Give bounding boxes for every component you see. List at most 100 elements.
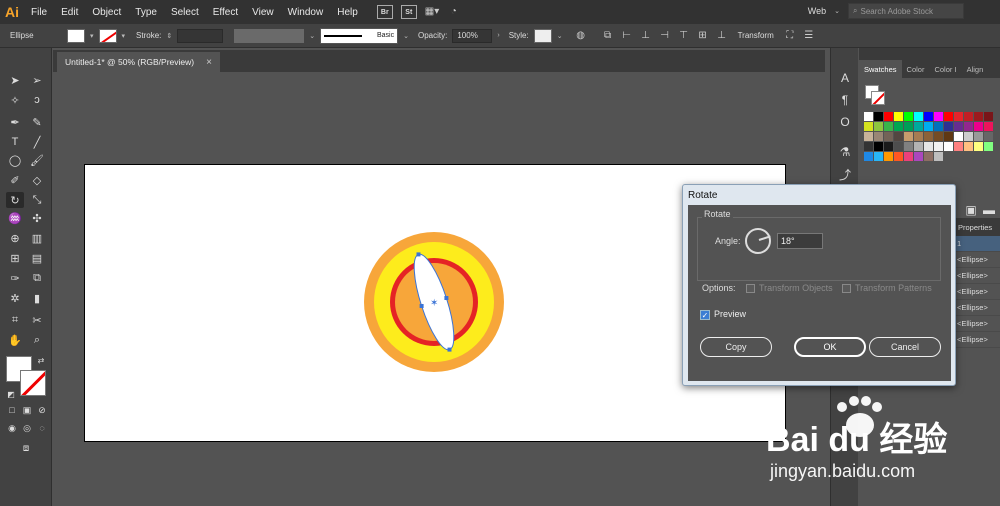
magic-wand-tool-icon[interactable]: ✧ xyxy=(6,92,24,108)
tab-swatches[interactable]: Swatches xyxy=(859,60,902,78)
shape-builder-tool-icon[interactable]: ⊕ xyxy=(6,230,24,246)
artboard-tool-icon[interactable]: ⌗ xyxy=(6,312,24,328)
fill-color-swatch[interactable] xyxy=(67,28,85,43)
blend-tool-icon[interactable]: ⧉ xyxy=(28,270,46,286)
align-right-icon[interactable]: ⊣ xyxy=(658,29,672,43)
layer-row[interactable]: <Ellipse> xyxy=(954,332,1000,348)
color-swatch[interactable] xyxy=(914,142,923,151)
angle-dial[interactable] xyxy=(745,228,771,254)
color-swatch[interactable] xyxy=(934,152,943,161)
cancel-button[interactable]: Cancel xyxy=(869,337,941,357)
panel-menu-icon[interactable]: ☰ xyxy=(802,29,816,43)
opacity-field[interactable]: 100% xyxy=(452,28,493,43)
color-swatch[interactable] xyxy=(914,112,923,121)
rotate-tool-icon[interactable]: ↻ xyxy=(6,192,24,208)
none-mode-icon[interactable]: ⊘ xyxy=(33,402,51,418)
new-swatch-icon[interactable]: ▣ xyxy=(963,202,979,218)
tab-color-guide[interactable]: Color I xyxy=(929,60,961,78)
color-swatch[interactable] xyxy=(954,122,963,131)
stroke-color-swatch[interactable] xyxy=(98,28,117,43)
paintbrush-tool-icon[interactable]: 🖌 xyxy=(28,152,46,168)
color-swatch[interactable] xyxy=(934,122,943,131)
color-swatch[interactable] xyxy=(984,132,993,141)
anchor-point[interactable] xyxy=(419,304,424,308)
color-swatch[interactable] xyxy=(944,122,953,131)
variable-width-profile[interactable] xyxy=(234,28,305,43)
color-swatch[interactable] xyxy=(894,112,903,121)
color-swatch[interactable] xyxy=(864,142,873,151)
type-tool-icon[interactable]: T xyxy=(6,134,24,150)
color-swatch[interactable] xyxy=(914,152,923,161)
color-swatch[interactable] xyxy=(924,122,933,131)
selection-tool-icon[interactable]: ➤ xyxy=(6,72,24,88)
align-to-icon[interactable]: ⧉ xyxy=(601,29,615,43)
anchor-point[interactable] xyxy=(447,347,452,352)
color-swatch[interactable] xyxy=(874,142,883,151)
menu-view[interactable]: View xyxy=(245,7,281,18)
perspective-grid-tool-icon[interactable]: ▥ xyxy=(28,230,46,246)
color-swatch[interactable] xyxy=(974,132,983,141)
chevron-down-icon[interactable]: ⌄ xyxy=(557,32,563,40)
puppet-warp-tool-icon[interactable]: ✣ xyxy=(28,210,46,226)
stock-button[interactable]: St xyxy=(400,5,417,19)
color-swatch[interactable] xyxy=(894,152,903,161)
layer-row[interactable]: <Ellipse> xyxy=(954,268,1000,284)
export-panel-icon[interactable]: ⤴ xyxy=(837,166,853,182)
menu-edit[interactable]: Edit xyxy=(54,7,85,18)
color-swatch[interactable] xyxy=(954,132,963,141)
layer-row[interactable]: 1 xyxy=(954,236,1000,252)
color-swatch[interactable] xyxy=(874,152,883,161)
workspace-switcher[interactable]: Web xyxy=(808,6,826,16)
tab-properties[interactable]: Properties xyxy=(954,218,1000,236)
lasso-tool-icon[interactable]: ↄ xyxy=(28,92,46,108)
swatch-folder-icon[interactable]: ▬ xyxy=(981,202,997,218)
color-swatch[interactable] xyxy=(894,122,903,131)
line-tool-icon[interactable]: ╱ xyxy=(28,134,46,150)
gradient-tool-icon[interactable]: ▤ xyxy=(28,250,46,266)
angle-input[interactable]: 18° xyxy=(777,233,823,249)
color-swatch[interactable] xyxy=(934,112,943,121)
transform-link[interactable]: Transform xyxy=(734,31,778,40)
preview-label[interactable]: Preview xyxy=(714,309,746,319)
color-swatch[interactable] xyxy=(964,112,973,121)
zoom-tool-icon[interactable]: ⌕ xyxy=(28,332,46,348)
stroke-label[interactable]: Stroke: xyxy=(136,31,161,40)
color-swatch[interactable] xyxy=(884,112,893,121)
style-label[interactable]: Style: xyxy=(509,31,529,40)
color-swatch[interactable] xyxy=(914,122,923,131)
color-swatch[interactable] xyxy=(944,142,953,151)
graphic-style-swatch[interactable] xyxy=(533,28,552,43)
tab-align[interactable]: Align xyxy=(962,60,989,78)
color-swatch[interactable] xyxy=(984,122,993,131)
eraser-tool-icon[interactable]: ◇ xyxy=(28,172,46,188)
color-swatch[interactable] xyxy=(954,112,963,121)
brush-definition-dropdown[interactable]: Basic xyxy=(320,27,399,44)
color-swatch[interactable] xyxy=(884,132,893,141)
color-swatch[interactable] xyxy=(944,132,953,141)
color-swatch[interactable] xyxy=(894,142,903,151)
menu-type[interactable]: Type xyxy=(128,7,164,18)
chevron-down-icon[interactable]: ▾ xyxy=(122,32,126,40)
color-swatch[interactable] xyxy=(944,112,953,121)
color-swatch[interactable] xyxy=(924,152,933,161)
color-swatch[interactable] xyxy=(924,132,933,141)
color-swatch[interactable] xyxy=(924,142,933,151)
color-swatch[interactable] xyxy=(964,142,973,151)
stroke-weight-field[interactable] xyxy=(177,28,224,43)
opacity-label[interactable]: Opacity: xyxy=(418,31,447,40)
menu-window[interactable]: Window xyxy=(281,7,331,18)
color-swatch[interactable] xyxy=(864,152,873,161)
color-swatch[interactable] xyxy=(884,142,893,151)
chevron-down-icon[interactable]: ▾ xyxy=(90,32,94,40)
eyedropper-tool-icon[interactable]: ✑ xyxy=(6,270,24,286)
stock-search-input[interactable]: ⌕ Search Adobe Stock xyxy=(848,3,964,19)
color-swatch[interactable] xyxy=(864,132,873,141)
menu-effect[interactable]: Effect xyxy=(206,7,245,18)
align-middle-icon[interactable]: ⊞ xyxy=(696,29,710,43)
default-fill-stroke-icon[interactable]: ◩ xyxy=(2,386,20,402)
close-icon[interactable]: × xyxy=(206,57,212,68)
mesh-tool-icon[interactable]: ⊞ xyxy=(6,250,24,266)
color-swatch[interactable] xyxy=(904,152,913,161)
ok-button[interactable]: OK xyxy=(794,337,866,357)
chevron-down-icon[interactable]: ⌄ xyxy=(834,7,840,15)
